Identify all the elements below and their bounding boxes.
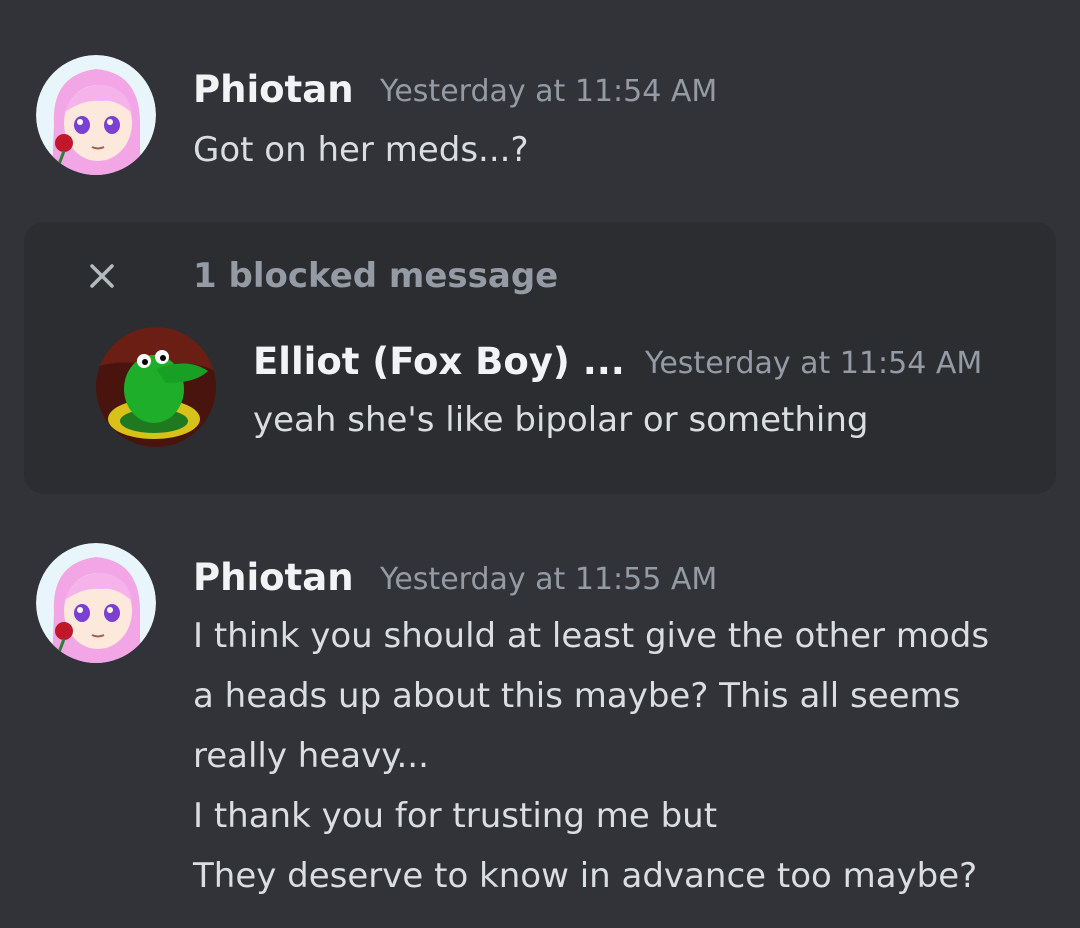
blocked-message-timestamp: Yesterday at 11:54 AM bbox=[645, 346, 983, 381]
chat-view: Phiotan Yesterday at 11:54 AM Got on her… bbox=[0, 0, 1080, 928]
message-timestamp: Yesterday at 11:55 AM bbox=[380, 562, 718, 597]
blocked-message-text: yeah she's like bipolar or something bbox=[253, 400, 869, 440]
blocked-message-author[interactable]: Elliot (Fox Boy) ... bbox=[253, 340, 625, 384]
message-text-line: I think you should at least give the oth… bbox=[193, 616, 990, 656]
message-text-line: They deserve to know in advance too mayb… bbox=[193, 856, 978, 896]
message-timestamp: Yesterday at 11:54 AM bbox=[380, 74, 718, 109]
blocked-messages-toggle[interactable]: 1 blocked message bbox=[193, 252, 558, 300]
message-text-line: really heavy... bbox=[193, 736, 429, 776]
message-author[interactable]: Phiotan bbox=[193, 68, 354, 112]
close-icon[interactable] bbox=[84, 258, 120, 294]
avatar-phiotan[interactable] bbox=[36, 55, 156, 175]
message-text-line: I thank you for trusting me but bbox=[193, 796, 718, 836]
avatar-image bbox=[36, 543, 156, 663]
message-author[interactable]: Phiotan bbox=[193, 556, 354, 600]
message-text-line: a heads up about this maybe? This all se… bbox=[193, 676, 961, 716]
message-text: Got on her meds...? bbox=[193, 130, 529, 170]
avatar-phiotan[interactable] bbox=[36, 543, 156, 663]
avatar-image bbox=[36, 55, 156, 175]
avatar-elliot[interactable] bbox=[96, 327, 216, 447]
avatar-image bbox=[96, 327, 216, 447]
message-1: Phiotan Yesterday at 11:54 AM Got on her… bbox=[0, 0, 1080, 200]
message-2: Phiotan Yesterday at 11:55 AM I think yo… bbox=[0, 520, 1080, 920]
